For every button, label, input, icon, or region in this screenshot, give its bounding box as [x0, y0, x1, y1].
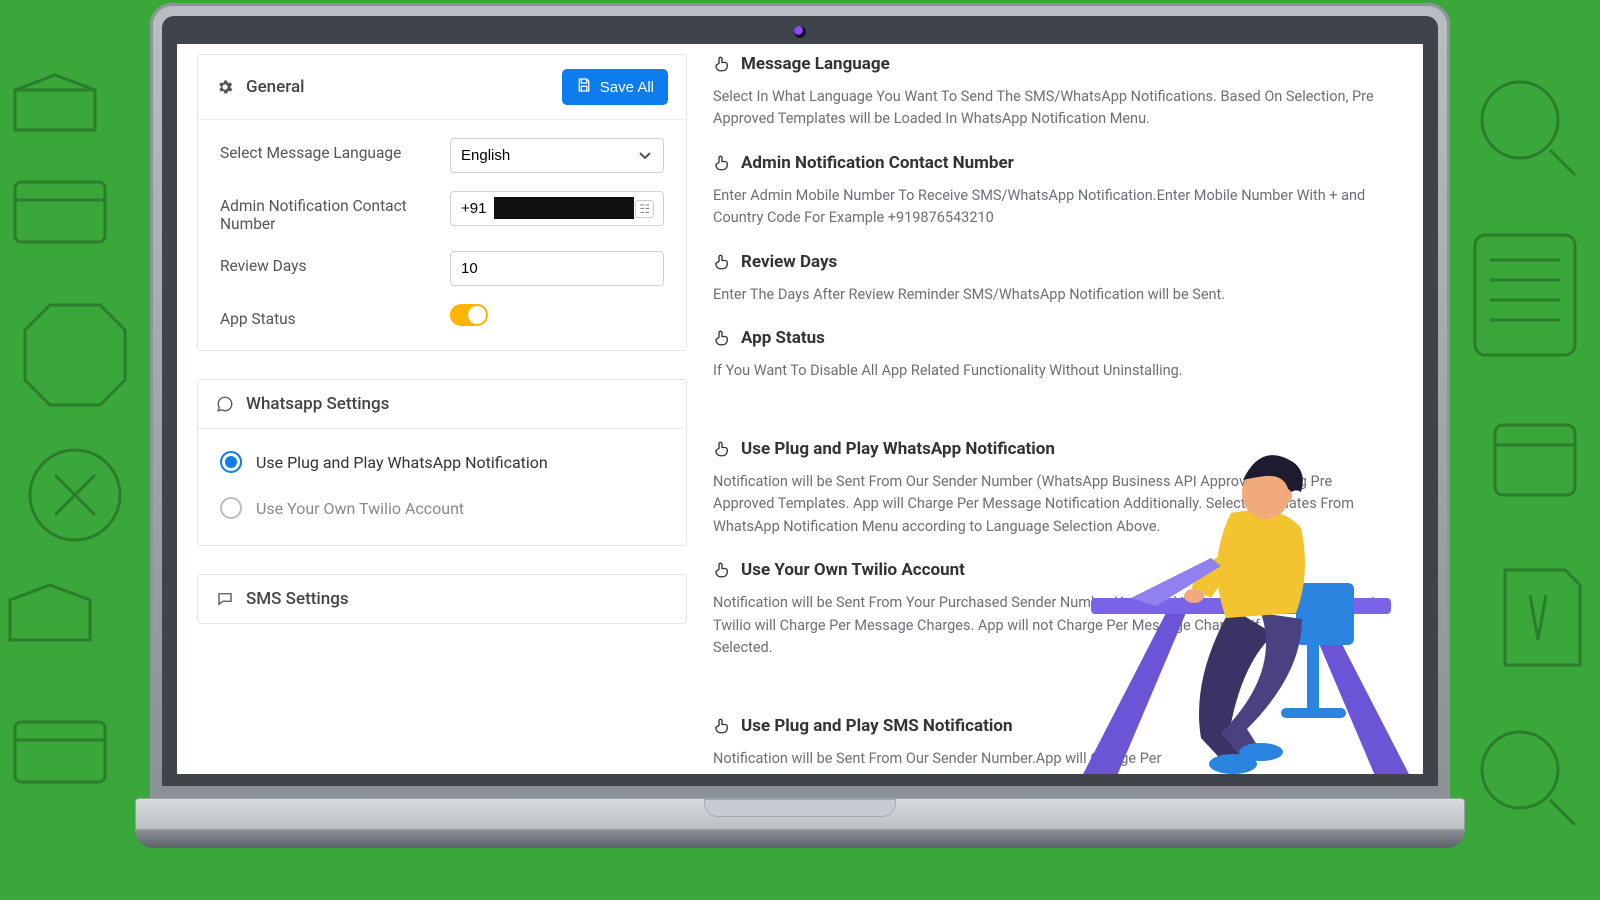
save-all-button[interactable]: Save All [562, 69, 668, 105]
help-review-days: Review Days Enter The Days After Review … [713, 252, 1397, 306]
help-title: Use Your Own Twilio Account [741, 560, 965, 580]
chat-icon [216, 590, 234, 608]
radio-selected-icon [220, 451, 242, 473]
hand-point-icon [713, 154, 731, 172]
help-title: App Status [741, 328, 825, 348]
help-body: Select In What Language You Want To Send… [713, 86, 1397, 131]
app-status-label: App Status [220, 304, 450, 328]
help-title: Use Plug and Play WhatsApp Notification [741, 439, 1055, 459]
help-title: Admin Notification Contact Number [741, 153, 1014, 173]
help-body: Enter Admin Mobile Number To Receive SMS… [713, 185, 1397, 230]
help-plugplay-whatsapp: Use Plug and Play WhatsApp Notification … [713, 439, 1397, 538]
whatsapp-card-title: Whatsapp Settings [216, 394, 389, 414]
help-body: Notification will be Sent From Our Sende… [713, 748, 1397, 770]
general-card: General Save All Select Message Language [197, 54, 687, 351]
sms-title-label: SMS Settings [246, 589, 349, 609]
whatsapp-opt2-label: Use Your Own Twilio Account [256, 499, 464, 518]
general-card-title: General [216, 77, 304, 97]
hand-point-icon [713, 329, 731, 347]
redacted-overlay [494, 197, 634, 219]
help-plugplay-sms: Use Plug and Play SMS Notification Notif… [713, 716, 1397, 770]
whatsapp-opt1-label: Use Plug and Play WhatsApp Notification [256, 453, 548, 472]
help-admin-contact: Admin Notification Contact Number Enter … [713, 153, 1397, 230]
sms-settings-card: SMS Settings [197, 574, 687, 624]
general-title-label: General [246, 77, 304, 97]
help-body: Enter The Days After Review Reminder SMS… [713, 284, 1397, 306]
help-title: Review Days [741, 252, 837, 272]
save-all-label: Save All [600, 79, 654, 96]
whatsapp-opt-twilio[interactable]: Use Your Own Twilio Account [220, 493, 664, 523]
whatsapp-settings-card: Whatsapp Settings Use Plug and Play What… [197, 379, 687, 546]
save-icon [576, 77, 592, 97]
app-status-toggle[interactable] [450, 304, 488, 326]
laptop-base [135, 798, 1465, 846]
help-app-status: App Status If You Want To Disable All Ap… [713, 328, 1397, 382]
sms-card-title: SMS Settings [216, 589, 349, 609]
radio-unselected-icon [220, 497, 242, 519]
whatsapp-icon [216, 395, 234, 413]
webcam-icon [794, 26, 806, 38]
whatsapp-title-label: Whatsapp Settings [246, 394, 389, 414]
language-label: Select Message Language [220, 138, 450, 162]
help-title: Use Plug and Play SMS Notification [741, 716, 1012, 736]
help-body: Notification will be Sent From Our Sende… [713, 471, 1397, 538]
help-body: Notification will be Sent From Your Purc… [713, 592, 1397, 659]
hand-point-icon [713, 253, 731, 271]
hand-point-icon [713, 55, 731, 73]
hand-point-icon [713, 717, 731, 735]
whatsapp-opt-plugplay[interactable]: Use Plug and Play WhatsApp Notification [220, 447, 664, 477]
hand-point-icon [713, 561, 731, 579]
gear-icon [216, 78, 234, 96]
language-select[interactable]: English [450, 138, 664, 173]
hand-point-icon [713, 440, 731, 458]
help-twilio: Use Your Own Twilio Account Notification… [713, 560, 1397, 659]
help-body: If You Want To Disable All App Related F… [713, 360, 1397, 382]
app-screen: General Save All Select Message Language [177, 44, 1423, 774]
review-days-label: Review Days [220, 251, 450, 275]
help-title: Message Language [741, 54, 890, 74]
admin-contact-label: Admin Notification Contact Number [220, 191, 450, 233]
help-message-language: Message Language Select In What Language… [713, 54, 1397, 131]
review-days-input[interactable] [450, 251, 664, 286]
laptop-mockup: General Save All Select Message Language [135, 0, 1465, 870]
contacts-icon: ☷ [635, 200, 654, 218]
